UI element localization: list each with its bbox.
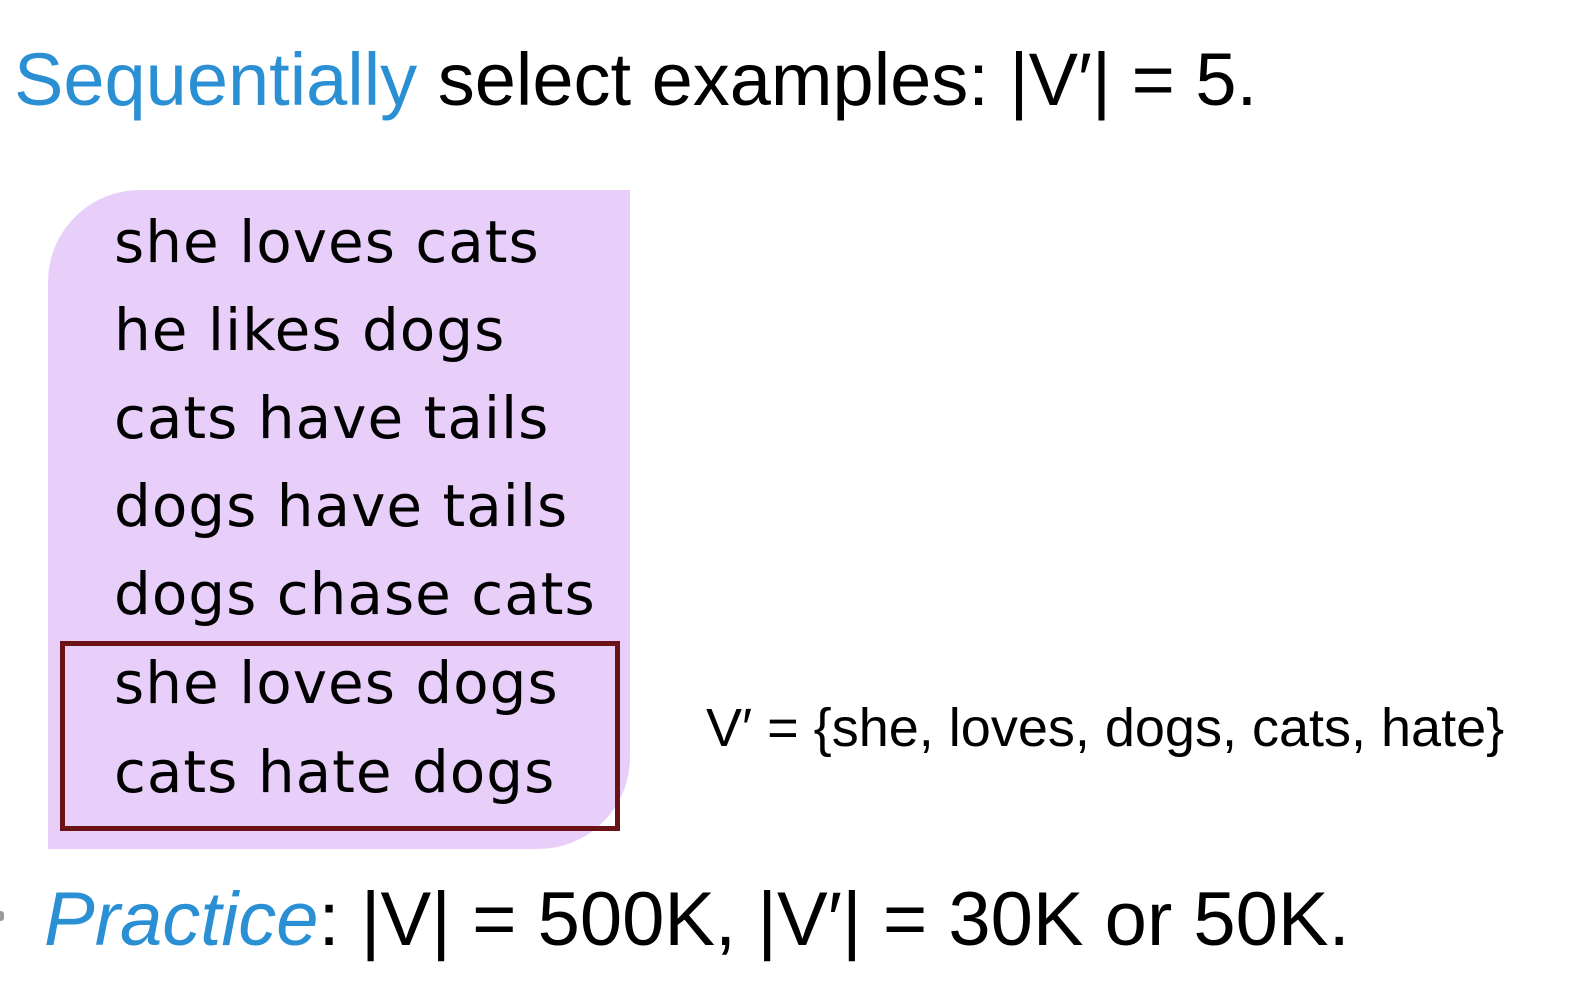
corpus-sentence: she loves cats [114,208,540,276]
corpus-sentence: dogs chase cats [114,560,596,628]
slide-heading: Sequentially select examples: |V′| = 5. [14,30,1257,130]
heading-accent-word: Sequentially [14,38,418,121]
corpus-sentence: dogs have tails [114,472,569,540]
heading-rest: select examples: |V′| = 5. [417,38,1258,121]
corpus-sentence: cats have tails [114,384,550,452]
practice-line: Practice: |V| = 500K, |V′| = 30K or 50K. [44,870,1350,970]
practice-accent-word: Practice [44,877,319,962]
practice-rest: : |V| = 500K, |V′| = 30K or 50K. [318,877,1350,962]
selected-examples-frame [60,641,620,831]
bullet-icon [0,911,4,921]
corpus-sentence: he likes dogs [114,296,506,364]
vocabulary-set: V′ = {she, loves, dogs, cats, hate} [706,698,1505,758]
